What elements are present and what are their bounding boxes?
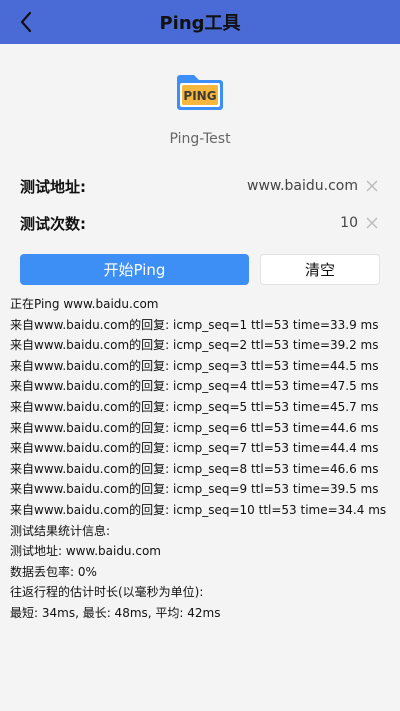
log-line: 测试结果统计信息: bbox=[10, 523, 111, 538]
log-line: 正在Ping www.baidu.com bbox=[10, 297, 159, 311]
logo-text: PING bbox=[183, 89, 216, 103]
address-label: 测试地址: bbox=[20, 178, 86, 196]
back-arrow-icon bbox=[20, 11, 32, 33]
log-line: 来自www.baidu.com的回复: icmp_seq=8 ttl=53 ti… bbox=[10, 461, 379, 476]
log-line: 来自www.baidu.com的回复: icmp_seq=2 ttl=53 ti… bbox=[10, 338, 379, 353]
count-input[interactable]: 10 bbox=[340, 215, 358, 231]
log-line: 来自www.baidu.com的回复: icmp_seq=10 ttl=53 t… bbox=[10, 502, 387, 517]
log-line: 来自www.baidu.com的回复: icmp_seq=3 ttl=53 ti… bbox=[10, 358, 379, 373]
app-subtitle: Ping-Test bbox=[169, 131, 231, 147]
log-line: 来自www.baidu.com的回复: icmp_seq=7 ttl=53 ti… bbox=[10, 441, 379, 456]
log-line: 往返行程的估计时长(以毫秒为单位): bbox=[10, 585, 204, 600]
log-line: 来自www.baidu.com的回复: icmp_seq=4 ttl=53 ti… bbox=[10, 379, 379, 394]
close-icon[interactable] bbox=[364, 215, 380, 231]
count-label: 测试次数: bbox=[20, 215, 86, 233]
start-ping-button[interactable]: 开始Ping bbox=[20, 254, 249, 285]
count-row: 测试次数: 10 bbox=[0, 209, 400, 237]
log-line: 来自www.baidu.com的回复: icmp_seq=1 ttl=53 ti… bbox=[10, 317, 379, 332]
close-icon[interactable] bbox=[364, 178, 380, 194]
clear-button[interactable]: 清空 bbox=[260, 254, 380, 285]
page-title: Ping工具 bbox=[159, 13, 241, 34]
back-button[interactable] bbox=[12, 8, 40, 36]
log-line: 测试地址: www.baidu.com bbox=[10, 544, 161, 559]
log-line: 来自www.baidu.com的回复: icmp_seq=6 ttl=53 ti… bbox=[10, 420, 379, 435]
top-app-bar: Ping工具 bbox=[0, 0, 400, 44]
address-row: 测试地址: www.baidu.com bbox=[0, 172, 400, 200]
address-input[interactable]: www.baidu.com bbox=[247, 178, 358, 194]
ping-output-log: 正在Ping www.baidu.com 来自www.baidu.com的回复:… bbox=[10, 294, 395, 624]
ping-folder-icon: PING bbox=[174, 72, 226, 112]
log-line: 数据丢包率: 0% bbox=[10, 564, 97, 579]
log-line: 最短: 34ms, 最长: 48ms, 平均: 42ms bbox=[10, 605, 221, 620]
log-line: 来自www.baidu.com的回复: icmp_seq=9 ttl=53 ti… bbox=[10, 482, 379, 497]
log-line: 来自www.baidu.com的回复: icmp_seq=5 ttl=53 ti… bbox=[10, 399, 379, 414]
